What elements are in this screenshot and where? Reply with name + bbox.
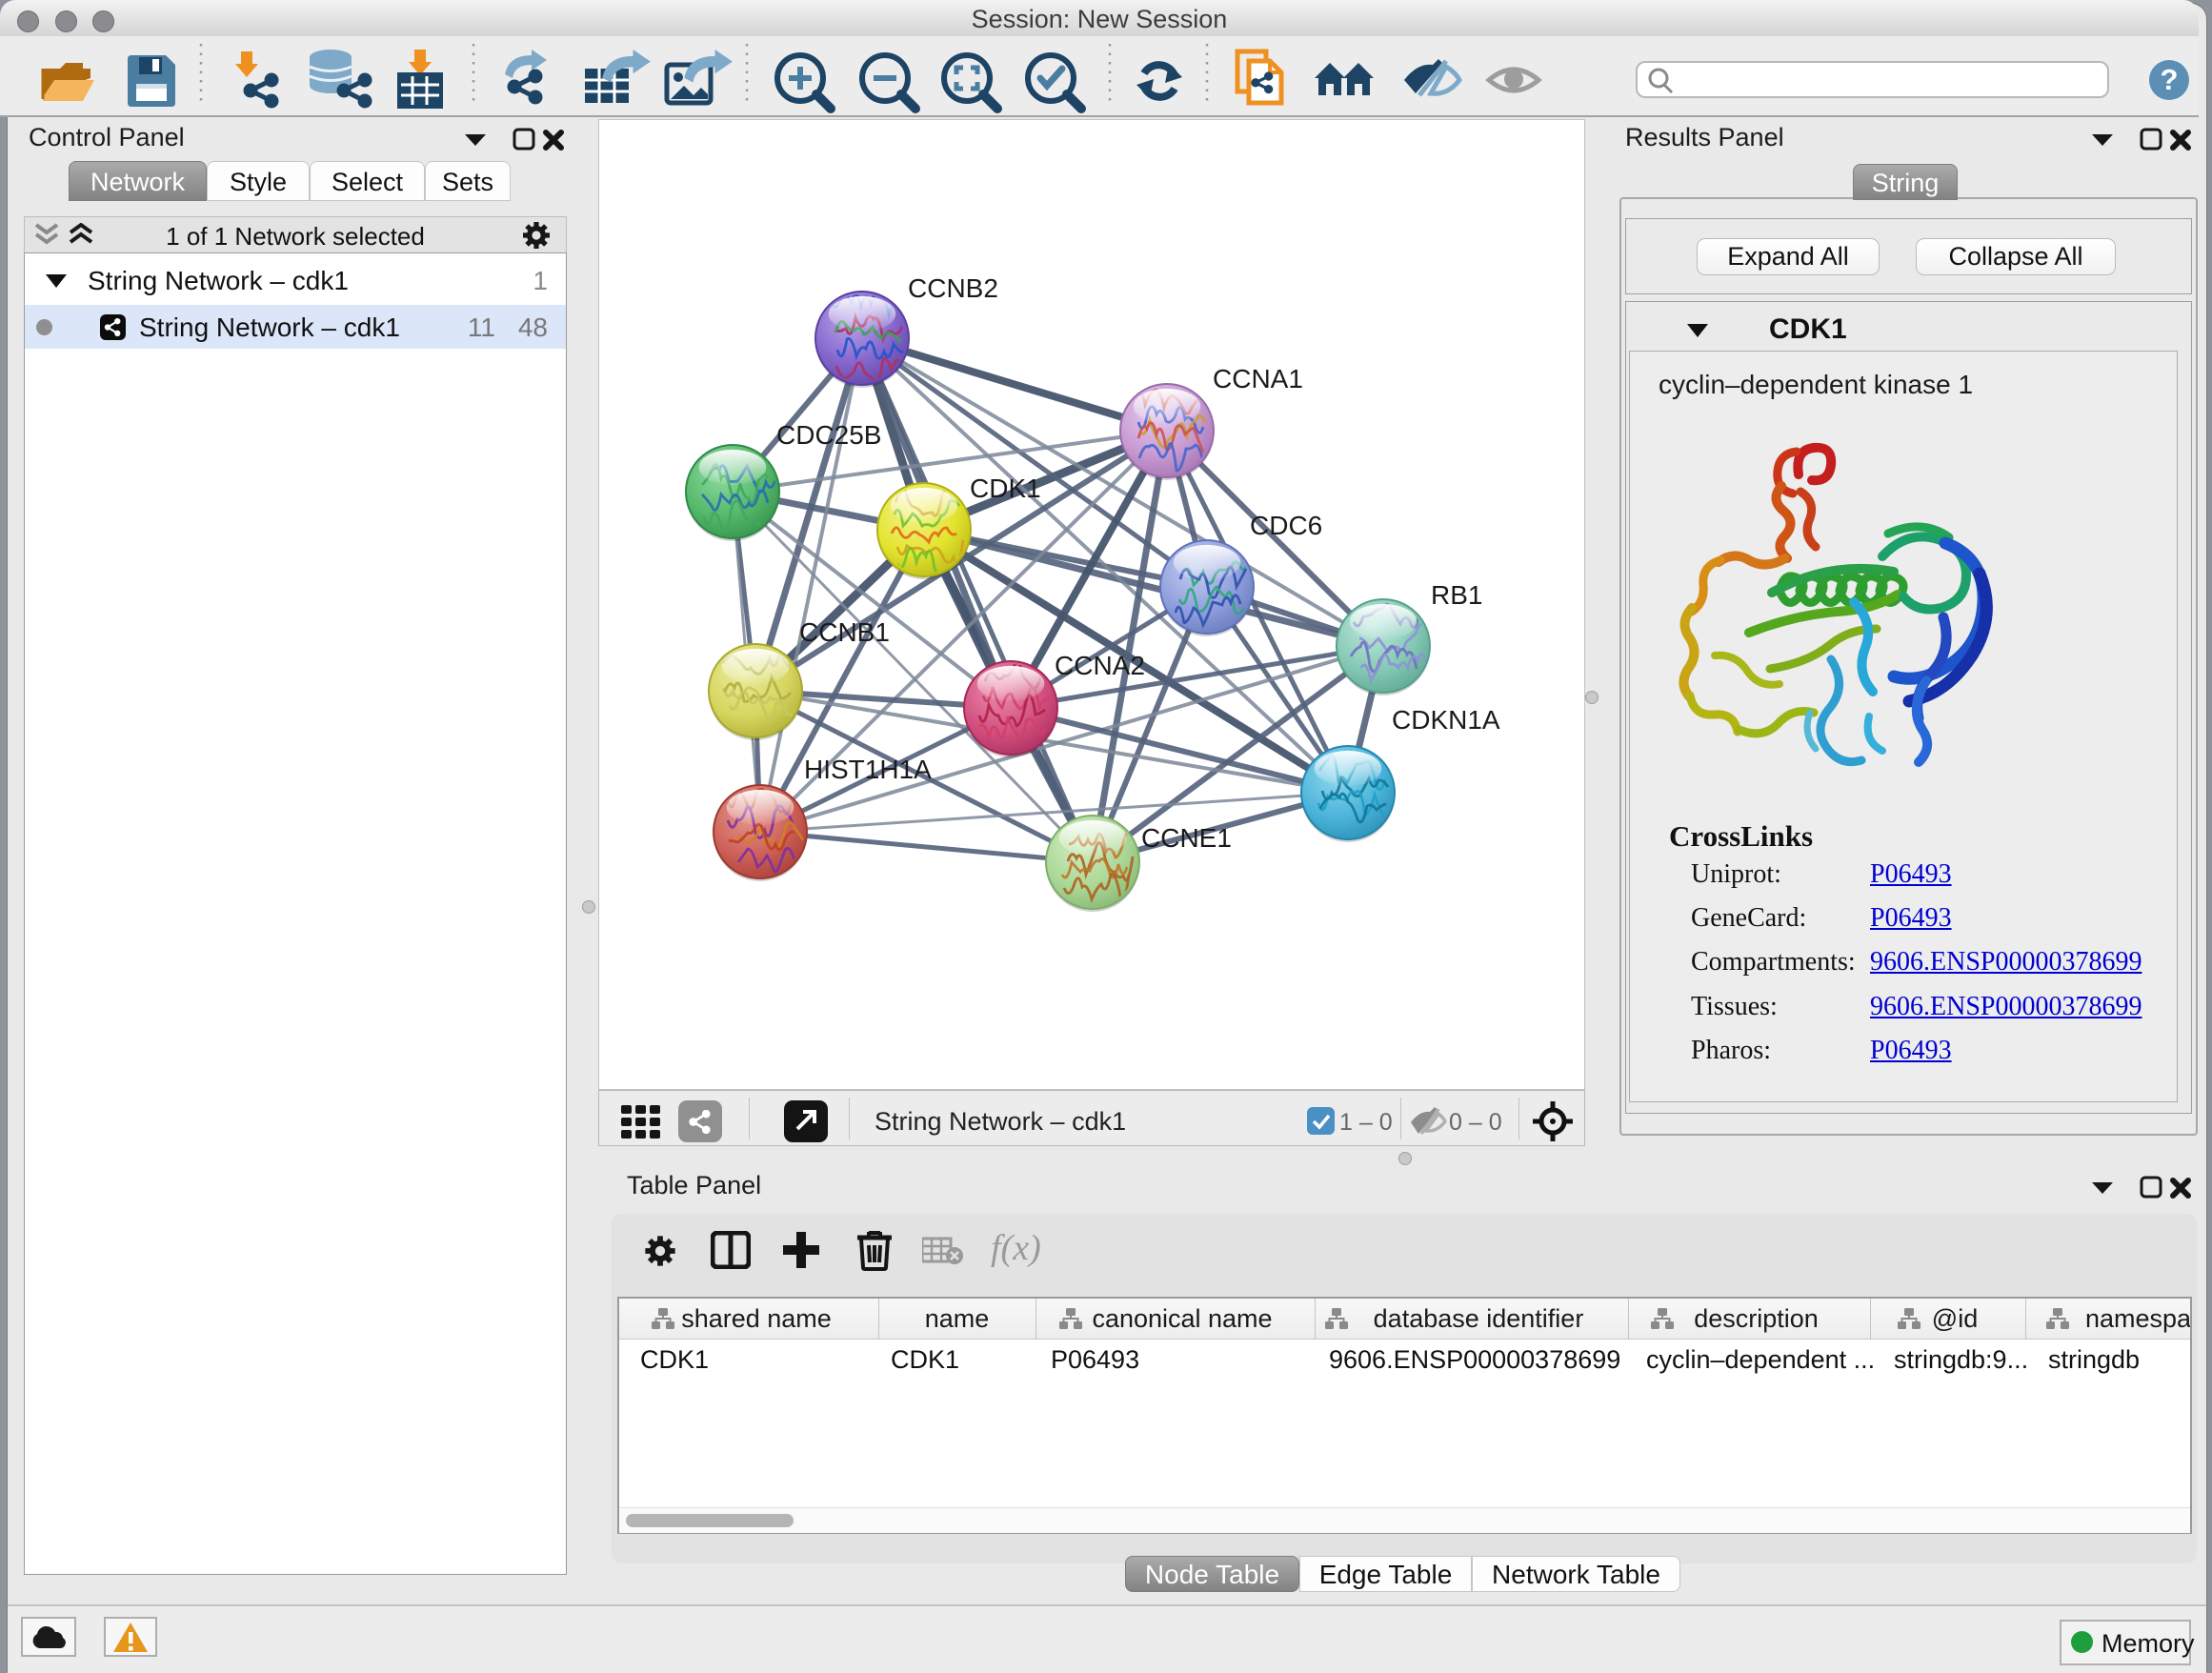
svg-text:CCNA1: CCNA1 xyxy=(1213,364,1303,393)
svg-text:CDK1: CDK1 xyxy=(970,474,1041,503)
svg-text:CCNB1: CCNB1 xyxy=(799,617,890,647)
svg-text:CCNA2: CCNA2 xyxy=(1055,651,1145,680)
svg-text:CDKN1A: CDKN1A xyxy=(1392,705,1500,735)
svg-text:RB1: RB1 xyxy=(1431,580,1482,610)
svg-text:CDC25B: CDC25B xyxy=(776,420,881,450)
svg-text:HIST1H1A: HIST1H1A xyxy=(804,755,932,784)
svg-text:CCNB2: CCNB2 xyxy=(908,273,998,303)
svg-text:CDC6: CDC6 xyxy=(1250,511,1322,540)
svg-text:CCNE1: CCNE1 xyxy=(1141,823,1232,853)
